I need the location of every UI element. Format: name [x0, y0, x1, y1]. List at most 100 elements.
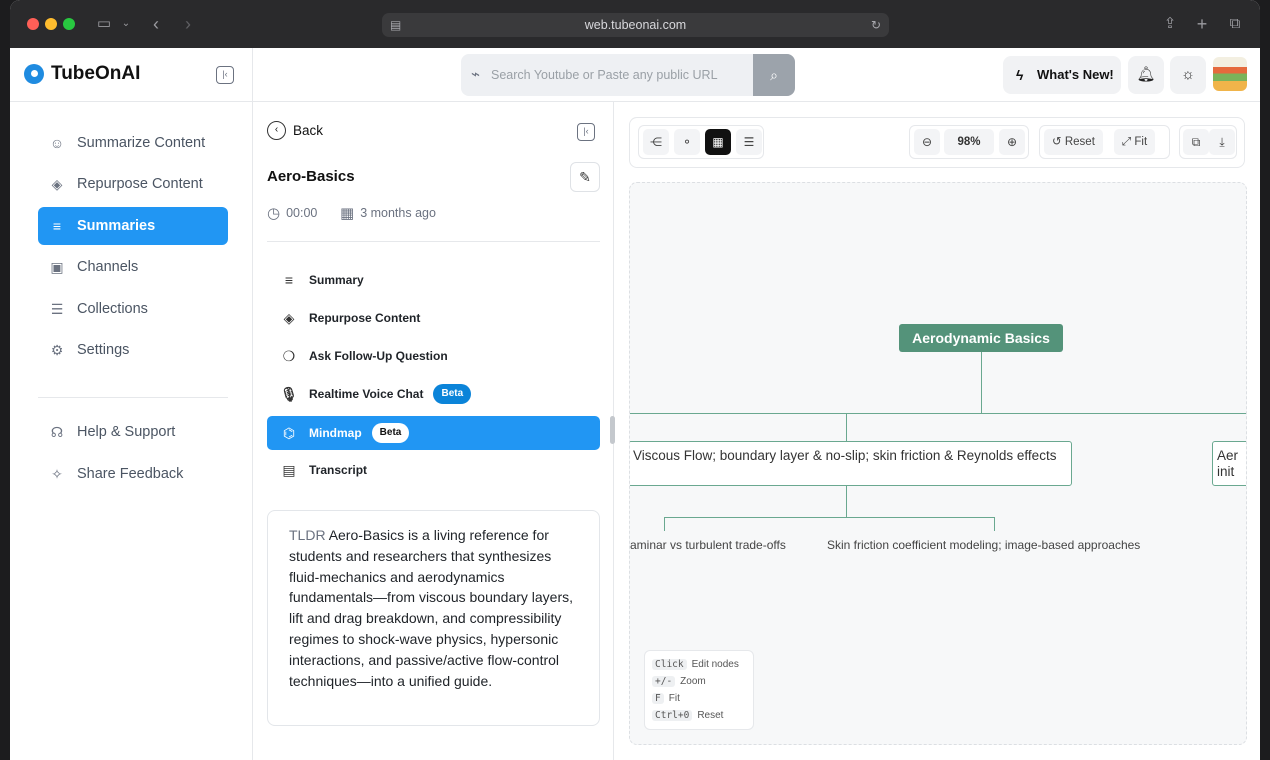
connector-line — [846, 486, 848, 518]
sidebar-item-channels[interactable]: ▣ Channels — [38, 248, 228, 286]
download-icon[interactable]: ⤓ — [1209, 129, 1235, 155]
whats-new-button[interactable]: ϟ What's New! — [1003, 56, 1121, 94]
sidebar-item-settings[interactable]: ⚙ Settings — [38, 331, 228, 369]
sun-icon: ☼ — [1181, 66, 1195, 83]
sidebar-toggle-icon[interactable]: ▭ — [94, 12, 114, 36]
share-icon[interactable]: ⇪ — [1161, 12, 1179, 36]
clock-icon: ◷ — [267, 205, 281, 222]
zoom-in-icon[interactable]: ⊕ — [999, 129, 1025, 155]
sidebar-separator — [38, 397, 228, 398]
reload-icon[interactable]: ↻ — [871, 13, 881, 37]
shortcut-desc: Reset — [697, 710, 724, 721]
radial-layout-icon[interactable]: ⚬ — [674, 129, 700, 155]
sidebar-item-label: Help & Support — [77, 424, 176, 440]
summary-icon: ≡ — [284, 272, 294, 288]
reset-button[interactable]: ↺ Reset — [1044, 129, 1103, 155]
menu-item-ask-follow-up[interactable]: ❍ Ask Follow-Up Question — [267, 339, 600, 373]
layers-icon: ◈ — [283, 309, 295, 326]
sidebar-item-repurpose-content[interactable]: ◈ Repurpose Content — [38, 165, 228, 203]
fit-button[interactable]: ⤢ Fit — [1114, 129, 1156, 155]
tree-layout-icon[interactable]: ⋲ — [643, 129, 669, 155]
mic-icon: 🎙︎ — [280, 385, 298, 402]
tldr-label: TLDR — [289, 527, 326, 543]
zoom-level: 98% — [944, 129, 994, 155]
browser-titlebar: ▭ ⌄ ‹ › ▤ web.tubeonai.com ↻ ⇪ + ⧉ — [10, 0, 1260, 48]
shortcut-desc: Zoom — [680, 676, 706, 687]
new-tab-icon[interactable]: + — [1193, 12, 1211, 36]
legend-row: +/- Zoom — [652, 673, 753, 690]
export-controls: ⧉ ⤓ — [1179, 125, 1237, 159]
sidebar-item-summaries[interactable]: ≡ Summaries — [38, 207, 228, 245]
url-text: web.tubeonai.com — [584, 18, 687, 32]
beta-badge: Beta — [371, 423, 410, 443]
app-header: TubeOnAI |‹ ⌁ ⌕ ϟ What's New! 🔔︎ ☼ — [10, 48, 1260, 102]
panel-separator — [267, 241, 600, 242]
minimize-window-button[interactable] — [45, 18, 57, 30]
search-input[interactable] — [491, 54, 753, 96]
sidebar-item-label: Settings — [77, 342, 130, 358]
menu-item-summary[interactable]: ≡ Summary — [267, 263, 600, 297]
collapse-panel-icon[interactable]: |‹ — [577, 123, 595, 141]
menu-item-realtime-voice-chat[interactable]: 🎙︎ Realtime Voice Chat Beta — [267, 377, 600, 411]
page-title: Aero-Basics — [267, 168, 355, 185]
back-nav-icon[interactable]: ‹ — [148, 12, 164, 36]
sidebar-item-share-feedback[interactable]: ✧ Share Feedback — [38, 455, 228, 493]
mindmap-canvas[interactable]: Aerodynamic Basics Viscous Flow; boundar… — [629, 182, 1247, 745]
bell-icon: 🔔︎ — [1136, 66, 1156, 83]
shortcut-key: Click — [652, 659, 687, 670]
tldr-text: Aero-Basics is a living reference for st… — [289, 527, 574, 689]
mindmap-node[interactable]: Viscous Flow; boundary layer & no-slip; … — [630, 441, 1072, 486]
close-window-button[interactable] — [27, 18, 39, 30]
mindmap-leaf[interactable]: Skin friction coefficient modeling; imag… — [827, 538, 1140, 552]
edit-title-button[interactable]: ✎ — [570, 162, 600, 192]
grid-layout-icon[interactable]: ▦ — [705, 129, 731, 155]
outline-layout-icon[interactable]: ☰ — [736, 129, 762, 155]
shortcut-legend: Click Edit nodes +/- Zoom F Fit Ctrl+0 R… — [644, 650, 754, 730]
mindmap-leaf[interactable]: aminar vs turbulent trade-offs — [630, 538, 786, 552]
notifications-button[interactable]: 🔔︎ — [1128, 56, 1164, 94]
zoom-out-icon[interactable]: ⊖ — [914, 129, 940, 155]
connector-line — [846, 413, 848, 442]
arrow-left-icon: ‹ — [267, 121, 286, 140]
legend-row: Click Edit nodes — [652, 656, 753, 673]
address-bar[interactable]: ▤ web.tubeonai.com ↻ — [382, 13, 889, 37]
back-button[interactable]: ‹ Back — [267, 121, 323, 140]
sidebar-divider — [252, 48, 253, 760]
menu-item-transcript[interactable]: ▤ Transcript — [267, 453, 600, 487]
paperclip-icon[interactable]: ⌁ — [471, 65, 480, 83]
menu-item-label: Mindmap — [309, 426, 362, 440]
beta-badge: Beta — [433, 384, 472, 404]
connector-line — [630, 413, 1246, 415]
copy-icon[interactable]: ⧉ — [1183, 129, 1209, 155]
legend-row: Ctrl+0 Reset — [652, 707, 753, 724]
lines-icon: ≡ — [52, 218, 62, 234]
site-settings-icon[interactable]: ▤ — [390, 13, 401, 37]
sidebar-item-help-support[interactable]: ☊ Help & Support — [38, 413, 228, 451]
connector-line — [994, 517, 996, 531]
search-bar: ⌁ ⌕ — [461, 54, 795, 96]
scrollbar[interactable] — [610, 416, 615, 444]
view-controls: ↺ Reset ⤢ Fit — [1039, 125, 1170, 159]
collapse-sidebar-icon[interactable]: |‹ — [216, 66, 234, 84]
sidebar-item-collections[interactable]: ☰ Collections — [38, 290, 228, 328]
forward-nav-icon[interactable]: › — [180, 12, 196, 36]
theme-toggle-button[interactable]: ☼ — [1170, 56, 1206, 94]
sidebar-item-summarize-content[interactable]: ☺ Summarize Content — [38, 124, 228, 162]
whats-new-label: What's New! — [1037, 67, 1114, 82]
avatar[interactable] — [1213, 57, 1247, 91]
chevron-down-icon[interactable]: ⌄ — [120, 12, 132, 36]
shortcut-desc: Edit nodes — [691, 659, 739, 670]
logo[interactable]: TubeOnAI — [24, 63, 140, 85]
search-button[interactable]: ⌕ — [753, 54, 795, 96]
reset-icon: ↺ — [1052, 136, 1062, 148]
maximize-window-button[interactable] — [63, 18, 75, 30]
menu-item-repurpose-content[interactable]: ◈ Repurpose Content — [267, 301, 600, 335]
menu-item-label: Summary — [309, 273, 364, 287]
menu-item-mindmap[interactable]: ⌬ Mindmap Beta — [267, 416, 600, 450]
mindmap-node[interactable]: Aer init — [1212, 441, 1246, 486]
mindmap-root-node[interactable]: Aerodynamic Basics — [899, 324, 1063, 352]
mindmap-icon: ⌬ — [282, 424, 296, 441]
tabs-overview-icon[interactable]: ⧉ — [1226, 12, 1244, 36]
back-label: Back — [293, 123, 324, 138]
shortcut-desc: Fit — [668, 693, 680, 704]
